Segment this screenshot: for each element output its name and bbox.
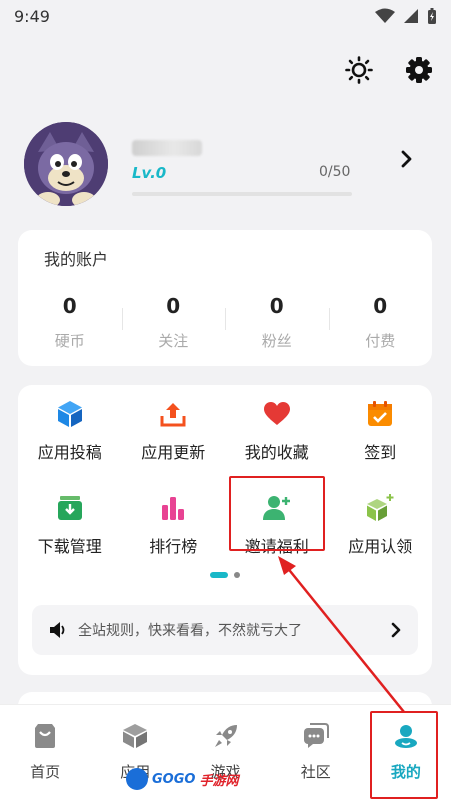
announcement-bar[interactable]: 全站规则，快来看看，不然就亏大了 [32, 605, 418, 655]
wifi-icon [375, 8, 395, 23]
feature-check-in[interactable]: 签到 [329, 399, 433, 463]
gear-icon [406, 57, 432, 83]
stat-label: 粉丝 [261, 332, 292, 350]
feature-app-claim[interactable]: 应用认领 [329, 493, 433, 557]
cat-avatar-icon [24, 122, 108, 206]
feature-label: 排行榜 [149, 537, 198, 556]
features-card: 应用投稿 应用更新 我的收藏 签到 下载管理 排行榜 邀请福利 应用认领 全站规… [18, 385, 432, 675]
watermark-brand: GOGO [152, 771, 196, 787]
username-blurred [132, 140, 202, 156]
top-actions [343, 54, 435, 86]
rocket-icon [214, 725, 237, 747]
feature-grid: 应用投稿 应用更新 我的收藏 签到 下载管理 排行榜 邀请福利 应用认领 [18, 399, 432, 557]
stat-paid[interactable]: 0 付费 [328, 294, 433, 351]
stat-value: 0 [166, 294, 181, 318]
watermark-sub: 手游网 [199, 773, 239, 789]
cube-icon [123, 724, 148, 748]
account-card: 我的账户 0 硬币 0 关注 0 粉丝 0 付费 [18, 230, 432, 366]
stat-value: 0 [62, 294, 77, 318]
nav-label: 社区 [300, 763, 331, 781]
feature-label: 应用更新 [141, 443, 206, 462]
stat-value: 0 [269, 294, 284, 318]
profile-header[interactable]: Lv.0 0/50 [24, 122, 424, 208]
nav-community[interactable]: 社区 [271, 705, 361, 802]
cube-icon [55, 399, 85, 429]
stat-coins[interactable]: 0 硬币 [18, 294, 122, 351]
feature-favorites[interactable]: 我的收藏 [225, 399, 329, 463]
feature-label: 应用投稿 [37, 443, 102, 462]
announcement-text: 全站规则，快来看看，不然就亏大了 [78, 623, 302, 639]
stat-label: 关注 [158, 332, 189, 350]
invite-highlight-box [229, 476, 325, 551]
stat-fans[interactable]: 0 粉丝 [225, 294, 329, 351]
bar-chart-icon [158, 493, 188, 523]
watermark-logo-icon [126, 768, 148, 790]
signal-icon [404, 9, 418, 23]
speaker-icon [50, 622, 65, 638]
cube-plus-icon [365, 493, 395, 523]
page-dot-active[interactable] [210, 572, 228, 578]
mine-highlight-box [370, 711, 438, 799]
feature-label: 下载管理 [37, 537, 102, 556]
chat-icon [303, 723, 329, 748]
page-indicator [18, 572, 432, 578]
feature-leaderboard[interactable]: 排行榜 [122, 493, 226, 557]
status-time: 9:49 [14, 6, 50, 26]
account-title: 我的账户 [44, 250, 109, 269]
upload-icon [158, 399, 188, 429]
stat-label: 硬币 [54, 332, 85, 350]
user-level: Lv.0 [132, 164, 167, 182]
feature-app-submit[interactable]: 应用投稿 [18, 399, 122, 463]
heart-icon [262, 399, 292, 429]
stat-value: 0 [373, 294, 388, 318]
page-dot[interactable] [234, 572, 240, 578]
sun-icon [345, 56, 373, 84]
stat-label: 付费 [365, 332, 396, 350]
feature-label: 我的收藏 [244, 443, 309, 462]
xp-progress-text: 0/50 [319, 164, 351, 180]
profile-chevron-right-icon[interactable] [400, 150, 414, 172]
feature-label: 应用认领 [348, 537, 413, 556]
chevron-right-icon [391, 622, 401, 638]
theme-toggle-button[interactable] [343, 54, 375, 86]
xp-progress-bar [132, 192, 352, 196]
calendar-icon [365, 399, 395, 429]
watermark: GOGO 手游网 [126, 768, 238, 790]
settings-button[interactable] [403, 54, 435, 86]
nav-home[interactable]: 首页 [0, 705, 90, 802]
status-icons [375, 7, 437, 25]
battery-icon [428, 7, 436, 24]
status-bar: 9:49 [0, 0, 451, 32]
account-stats: 0 硬币 0 关注 0 粉丝 0 付费 [18, 294, 432, 351]
feature-label: 签到 [364, 443, 397, 462]
stat-following[interactable]: 0 关注 [121, 294, 226, 351]
avatar[interactable] [24, 122, 108, 206]
bag-icon [35, 724, 56, 748]
nav-label: 首页 [30, 763, 61, 781]
feature-app-update[interactable]: 应用更新 [122, 399, 226, 463]
download-box-icon [55, 493, 85, 523]
feature-download-manager[interactable]: 下载管理 [18, 493, 122, 557]
